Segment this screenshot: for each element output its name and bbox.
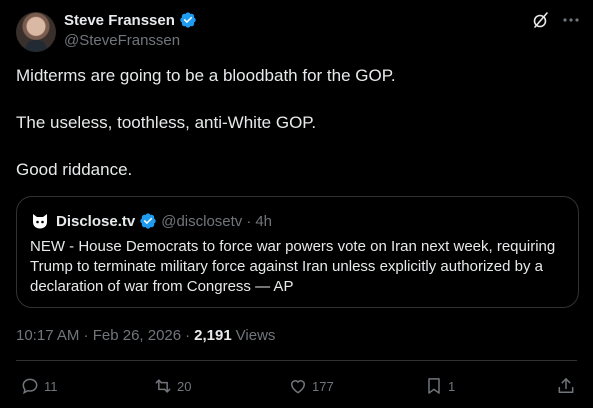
grok-icon[interactable] <box>531 10 551 30</box>
tweet-line: Good riddance. <box>16 160 133 179</box>
repost-button[interactable]: 20 <box>153 376 191 396</box>
views-label: Views <box>235 327 276 344</box>
like-icon <box>288 376 308 396</box>
bookmark-button[interactable]: 1 <box>424 376 455 396</box>
views-count: 2,191 <box>194 327 232 344</box>
author-name[interactable]: Steve Franssen <box>64 12 175 29</box>
tweet-meta: 10:17 AM · Feb 26, 2026 · 2,191 Views <box>16 327 275 344</box>
action-bar: 11 20 177 1 <box>16 376 578 400</box>
verified-badge-icon <box>139 212 157 230</box>
timestamp[interactable]: 10:17 AM · Feb 26, 2026 <box>16 327 181 344</box>
quoted-time: 4h <box>255 212 272 230</box>
quoted-author-handle: @disclosetv <box>161 212 243 230</box>
share-icon <box>556 376 576 396</box>
more-icon[interactable] <box>561 10 581 30</box>
quoted-tweet-header: Disclose.tv @disclosetv · 4h <box>30 211 272 231</box>
separator-dot: · <box>246 212 252 230</box>
author-handle[interactable]: @SteveFranssen <box>64 32 180 49</box>
like-button[interactable]: 177 <box>288 376 334 396</box>
repost-icon <box>153 376 173 396</box>
bookmark-count: 1 <box>448 378 456 394</box>
share-button[interactable] <box>556 376 576 396</box>
top-actions <box>531 10 581 30</box>
tweet-line: The useless, toothless, anti-White GOP. <box>16 113 317 132</box>
separator-dot: · <box>185 327 191 344</box>
quoted-text: NEW - House Democrats to force war power… <box>30 238 556 295</box>
author-name-row: Steve Franssen <box>64 11 197 29</box>
quoted-author-name: Disclose.tv <box>56 212 136 230</box>
repost-count: 20 <box>177 378 192 394</box>
avatar[interactable] <box>16 12 56 52</box>
reply-icon <box>20 376 40 396</box>
reply-button[interactable]: 11 <box>20 376 58 396</box>
reply-count: 11 <box>44 378 58 394</box>
like-count: 177 <box>312 378 334 394</box>
quoted-tweet[interactable]: Disclose.tv @disclosetv · 4h NEW - House… <box>16 196 579 308</box>
bookmark-icon <box>424 376 444 396</box>
tweet-header: Steve Franssen @SteveFranssen <box>16 10 581 52</box>
verified-badge-icon[interactable] <box>179 11 197 29</box>
tweet-text: Midterms are going to be a bloodbath for… <box>16 65 576 206</box>
tweet-line: Midterms are going to be a bloodbath for… <box>16 66 396 85</box>
disclose-logo-icon <box>30 211 50 231</box>
divider <box>16 360 577 361</box>
